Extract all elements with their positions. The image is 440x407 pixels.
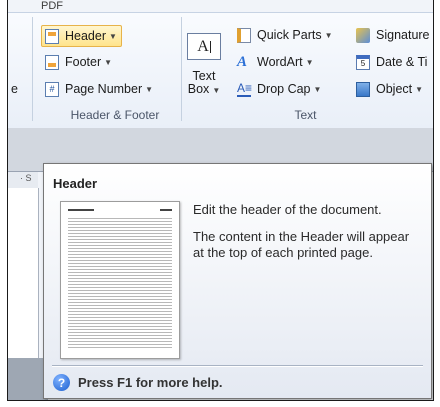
signature-button[interactable]: Signature xyxy=(356,25,430,45)
chevron-down-icon: ▼ xyxy=(109,31,117,41)
date-time-label: Date & Ti xyxy=(376,55,428,69)
wordart-label: WordArt xyxy=(257,55,303,69)
footer-button[interactable]: Footer ▼ xyxy=(45,52,112,72)
ruler-marks: · S xyxy=(20,173,32,183)
header-preview-image xyxy=(60,201,180,359)
help-icon: ? xyxy=(53,374,70,391)
word-window: PDF e Header ▼ Footer ▼ # Page Number ▼ … xyxy=(7,0,434,401)
group-label-text: Text xyxy=(294,108,317,122)
tooltip-description: Edit the header of the document. The con… xyxy=(193,202,421,272)
calendar-icon: 5 xyxy=(356,54,370,70)
tooltip-separator xyxy=(52,365,423,367)
chevron-down-icon: ▼ xyxy=(145,84,154,94)
header-label: Header xyxy=(65,29,106,43)
tooltip-title: Header xyxy=(53,176,98,191)
signature-icon xyxy=(356,27,370,43)
drop-cap-button[interactable]: A≡ Drop Cap ▼ xyxy=(237,79,321,99)
signature-label: Signature xyxy=(376,28,430,42)
left-cut-label: e xyxy=(11,82,18,96)
group-separator xyxy=(32,17,33,121)
object-label: Object xyxy=(376,82,413,96)
tooltip-help: ? Press F1 for more help. xyxy=(53,374,223,391)
page-number-label: Page Number xyxy=(65,82,143,96)
chevron-down-icon: ▼ xyxy=(212,86,221,95)
object-button[interactable]: Object ▼ xyxy=(356,79,423,99)
chevron-down-icon: ▼ xyxy=(324,30,333,40)
document-page[interactable] xyxy=(8,188,39,358)
header-icon xyxy=(45,28,59,44)
horizontal-ruler[interactable]: · S xyxy=(8,172,38,189)
text-box-label-2: Box xyxy=(187,82,210,96)
text-box-button[interactable]: A Text Box ▼ xyxy=(185,33,223,97)
quick-parts-icon xyxy=(237,27,251,43)
header-button[interactable]: Header ▼ xyxy=(41,25,122,47)
footer-label: Footer xyxy=(65,55,102,69)
quick-parts-label: Quick Parts xyxy=(257,28,322,42)
help-text: Press F1 for more help. xyxy=(78,375,223,390)
preview-header-right xyxy=(160,209,172,211)
page-number-icon: # xyxy=(45,81,59,97)
group-label-header-footer: Header & Footer xyxy=(70,108,160,122)
footer-icon xyxy=(45,54,59,70)
chevron-down-icon: ▼ xyxy=(104,57,113,67)
object-icon xyxy=(356,81,370,97)
preview-header-left xyxy=(68,209,94,211)
text-box-icon: A xyxy=(187,33,221,60)
wordart-button[interactable]: A WordArt ▼ xyxy=(237,52,314,72)
quick-parts-button[interactable]: Quick Parts ▼ xyxy=(237,25,333,45)
tooltip-line-1: Edit the header of the document. xyxy=(193,202,382,217)
preview-body-text xyxy=(68,218,172,350)
drop-cap-label: Drop Cap xyxy=(257,82,311,96)
workspace-background xyxy=(8,358,48,400)
chevron-down-icon: ▼ xyxy=(415,84,424,94)
page-number-button[interactable]: # Page Number ▼ xyxy=(45,79,153,99)
header-tooltip: Header Edit the header of the document. … xyxy=(43,163,432,399)
chevron-down-icon: ▼ xyxy=(305,57,314,67)
date-time-button[interactable]: 5 Date & Ti xyxy=(356,52,427,72)
chevron-down-icon: ▼ xyxy=(313,84,322,94)
ribbon-insert: e Header ▼ Footer ▼ # Page Number ▼ Head… xyxy=(8,12,433,129)
tooltip-line-2: The content in the Header will appear at… xyxy=(193,229,410,260)
group-separator xyxy=(181,17,182,121)
wordart-icon: A xyxy=(237,53,248,70)
drop-cap-icon: A≡ xyxy=(237,80,253,97)
